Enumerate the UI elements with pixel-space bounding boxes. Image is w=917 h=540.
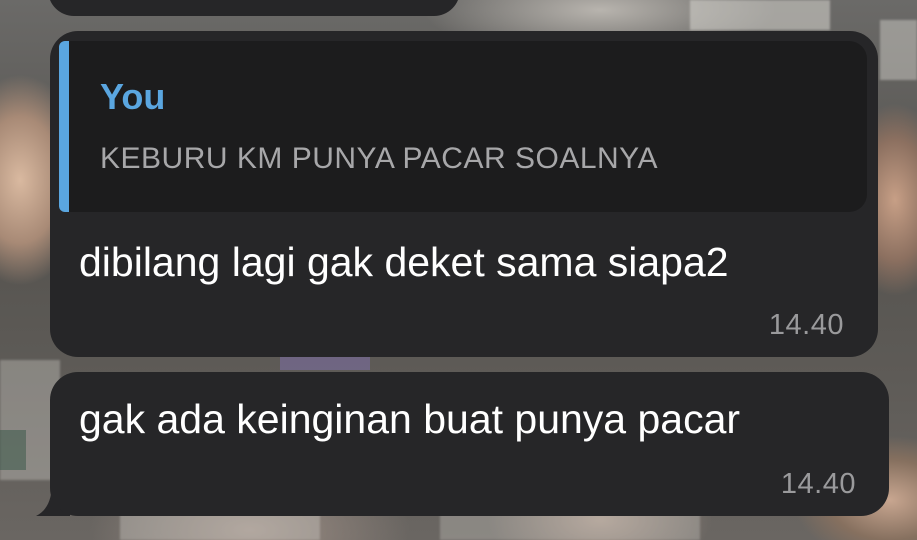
message-timestamp: 14.40 xyxy=(768,309,844,341)
wallpaper-photo xyxy=(880,20,917,80)
wallpaper-photo xyxy=(0,430,26,470)
message-text: gak ada keinginan buat punya pacar xyxy=(79,396,741,442)
wallpaper-photo xyxy=(690,0,830,30)
message-text: dibilang lagi gak deket sama siapa2 xyxy=(79,239,729,285)
reply-author: You xyxy=(100,76,166,117)
previous-message-bubble xyxy=(48,0,460,16)
reply-accent-bar xyxy=(59,41,69,212)
reply-text: KEBURU KM PUNYA PACAR SOALNYA xyxy=(100,142,658,175)
wallpaper-photo xyxy=(440,512,700,540)
message-bubble[interactable] xyxy=(50,372,889,516)
reply-preview[interactable]: You KEBURU KM PUNYA PACAR SOALNYA xyxy=(59,41,867,212)
message-timestamp: 14.40 xyxy=(780,468,856,500)
